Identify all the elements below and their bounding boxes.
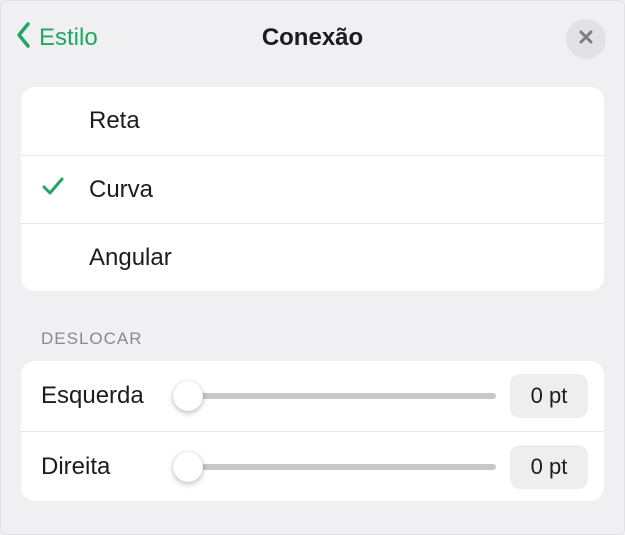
line-type-list: Reta Curva Angular (21, 87, 604, 291)
close-icon (578, 29, 594, 50)
offset-group: Esquerda 0 pt Direita 0 pt (21, 361, 604, 501)
chevron-left-icon (15, 21, 33, 56)
option-label: Angular (89, 244, 584, 272)
offset-right-value[interactable]: 0 pt (510, 445, 588, 489)
line-type-option-angular[interactable]: Angular (21, 223, 604, 291)
offset-section-header: DESLOCAR (41, 329, 584, 349)
panel-header: Estilo Conexão (1, 1, 624, 75)
offset-right-label: Direita (41, 453, 159, 481)
close-button[interactable] (566, 19, 606, 59)
offset-right-slider[interactable] (173, 464, 496, 470)
offset-left-slider[interactable] (173, 393, 496, 399)
offset-left-label: Esquerda (41, 382, 159, 410)
offset-left-row: Esquerda 0 pt (21, 361, 604, 431)
connection-panel: Estilo Conexão Reta Curva Angular DESLOC (0, 0, 625, 535)
offset-right-row: Direita 0 pt (21, 431, 604, 501)
offset-right-slider-wrap (173, 464, 496, 470)
back-button[interactable]: Estilo (15, 1, 98, 75)
option-label: Reta (89, 107, 584, 135)
line-type-option-curva[interactable]: Curva (21, 155, 604, 223)
offset-left-slider-wrap (173, 393, 496, 399)
panel-title: Conexão (262, 24, 363, 52)
line-type-option-reta[interactable]: Reta (21, 87, 604, 155)
option-label: Curva (89, 176, 584, 204)
back-label: Estilo (39, 24, 98, 52)
checkmark-icon (41, 174, 65, 205)
check-slot (41, 174, 89, 205)
offset-left-value[interactable]: 0 pt (510, 374, 588, 418)
